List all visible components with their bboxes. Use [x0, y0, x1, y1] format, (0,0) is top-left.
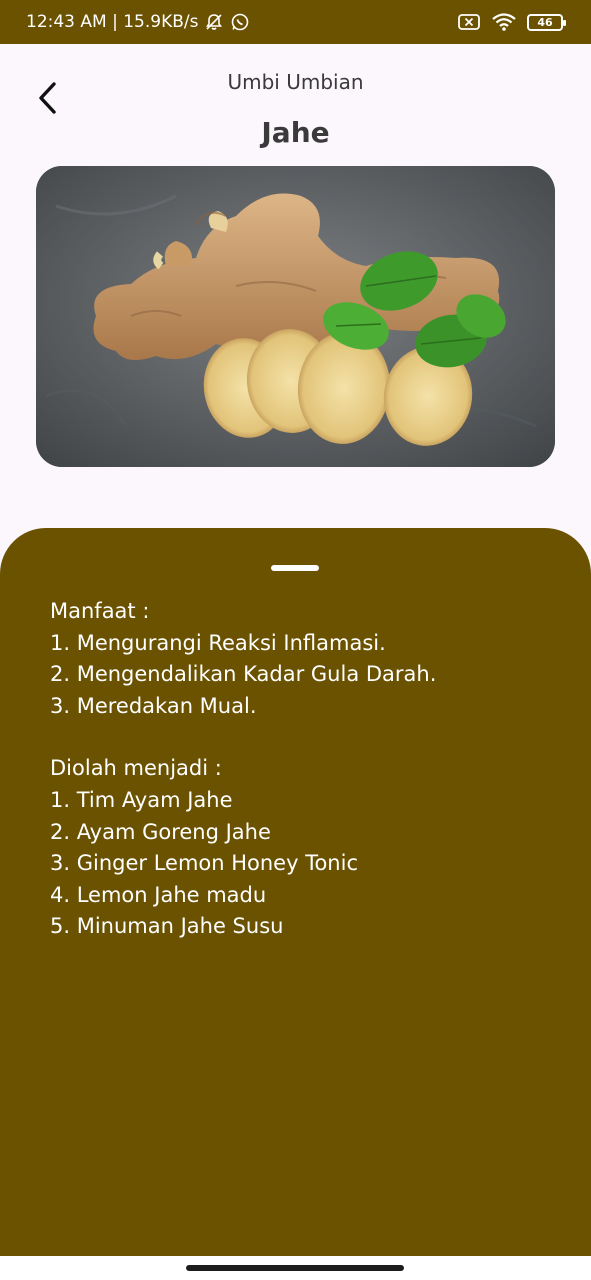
- detail-content: Manfaat : 1. Mengurangi Reaksi Inflamasi…: [50, 596, 436, 943]
- battery-level: 46: [537, 15, 553, 29]
- whatsapp-icon: [230, 12, 250, 32]
- page-title: Jahe: [261, 116, 330, 149]
- processed-item: 3. Ginger Lemon Honey Tonic: [50, 851, 358, 876]
- processed-item: 2. Ayam Goreng Jahe: [50, 819, 271, 844]
- benefits-heading: Manfaat :: [50, 599, 150, 623]
- benefit-item: 2. Mengendalikan Kadar Gula Darah.: [50, 662, 437, 687]
- benefit-item: 1. Mengurangi Reaksi Inflamasi.: [50, 630, 386, 655]
- ginger-image: [36, 166, 555, 467]
- processed-item: 4. Lemon Jahe madu: [50, 882, 267, 907]
- status-left: 12:43 AM | 15.9KB/s: [26, 12, 250, 32]
- detail-sheet: Manfaat : 1. Mengurangi Reaksi Inflamasi…: [0, 528, 591, 1256]
- system-nav-bar: [0, 1256, 591, 1280]
- status-time: 12:43 AM | 15.9KB/s: [26, 12, 199, 32]
- drag-handle[interactable]: [271, 565, 319, 571]
- sim-off-icon: [457, 13, 481, 31]
- benefit-item: 3. Meredakan Mual.: [50, 693, 257, 718]
- processed-heading: Diolah menjadi :: [50, 756, 222, 781]
- status-bar: 12:43 AM | 15.9KB/s 46: [0, 0, 591, 44]
- home-gesture-pill[interactable]: [186, 1265, 404, 1271]
- bell-off-icon: [204, 12, 224, 32]
- status-right: 46: [457, 12, 566, 32]
- wifi-icon: [491, 12, 517, 32]
- processed-item: 5. Minuman Jahe Susu: [50, 914, 284, 939]
- processed-item: 1. Tim Ayam Jahe: [50, 787, 233, 812]
- app-header: Umbi Umbian Jahe: [0, 44, 591, 164]
- category-label: Umbi Umbian: [227, 70, 364, 94]
- battery-icon: 46: [527, 13, 566, 31]
